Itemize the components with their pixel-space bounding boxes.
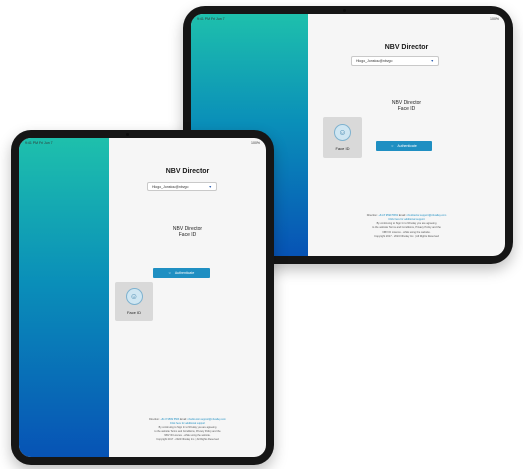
email-link[interactable]: nbvdirector.support@nbvalley.com — [188, 418, 226, 421]
copyright: Copyright 2017 - 2024 Nbvday Inc. | All … — [156, 438, 219, 441]
status-bar: 9:41 PM Fri Jun 7 100% — [19, 138, 266, 147]
username-select[interactable]: Hlogo_Jonstou@nbvgo ▼ — [147, 182, 217, 191]
status-time: 9:41 PM Fri Jun 7 — [197, 16, 225, 21]
face-scan-icon: ⌾ — [391, 144, 394, 148]
face-id-tile[interactable]: ☺ Face ID — [115, 282, 153, 321]
direction-label: Direction: — [149, 418, 160, 421]
camera-dot — [343, 9, 346, 12]
authenticate-label: Authenticate — [397, 144, 417, 148]
login-panel: NBV Director Hlogo_Jonstou@nbvgo ▼ NBV D… — [109, 138, 266, 457]
face-scan-icon: ⌾ — [168, 271, 171, 275]
heading-line-2: Face ID — [397, 106, 416, 113]
app-title: NBV Director — [165, 168, 210, 175]
face-id-icon: ☺ — [334, 124, 351, 141]
ipad-portrait-screen: 9:41 PM Fri Jun 7 100% NBV Director Hlog… — [19, 138, 266, 457]
brand-gradient-panel — [19, 138, 109, 457]
heading-line-2: Face ID — [178, 232, 197, 239]
copyright: Copyright 2017 - 2024 Nbvday Inc. | All … — [374, 234, 439, 238]
email-link[interactable]: nbvdirector.support@nbvalley.com — [407, 214, 447, 217]
login-panel: NBV Director Hlogo_Jonstou@nbvgo ▼ NBV D… — [308, 14, 505, 256]
footer: Direction: +61 8 9599 5563 Email: nbvdir… — [308, 214, 505, 239]
footer: Direction: +61 8 9599 5563 Email: nbvdir… — [109, 418, 266, 442]
status-battery: 100% — [251, 140, 260, 145]
email-label: Email: — [398, 214, 406, 217]
camera-dot — [126, 133, 129, 136]
page-heading: NBV Director Face ID — [308, 100, 505, 113]
face-id-label: Face ID — [126, 310, 141, 315]
username-value: Hlogo_Jonstou@nbvgo — [152, 184, 189, 189]
status-time: 9:41 PM Fri Jun 7 — [25, 140, 53, 145]
face-id-label: Face ID — [335, 146, 350, 151]
app-title: NBV Director — [384, 44, 429, 51]
email-label: Email: — [179, 418, 187, 421]
chevron-down-icon: ▼ — [430, 59, 434, 63]
authenticate-button[interactable]: ⌾ Authenticate — [376, 141, 432, 151]
status-bar: 9:41 PM Fri Jun 7 100% — [191, 14, 505, 23]
face-id-tile[interactable]: ☺ Face ID — [323, 117, 362, 158]
authenticate-label: Authenticate — [174, 271, 195, 275]
status-battery: 100% — [490, 16, 499, 21]
authenticate-button[interactable]: ⌾ Authenticate — [153, 268, 210, 278]
ipad-portrait: 9:41 PM Fri Jun 7 100% NBV Director Hlog… — [11, 130, 274, 465]
phone-link[interactable]: +61 8 9599 5563 — [378, 214, 398, 217]
phone-link[interactable]: +61 8 9599 5563 — [160, 418, 179, 421]
page-heading: NBV Director Face ID — [109, 226, 266, 239]
chevron-down-icon: ▼ — [208, 184, 212, 189]
username-value: Hlogo_Jonstou@nbvgo — [356, 59, 393, 63]
face-id-icon: ☺ — [125, 288, 143, 305]
direction-label: Direction: — [366, 214, 378, 217]
username-select[interactable]: Hlogo_Jonstou@nbvgo ▼ — [351, 56, 439, 66]
